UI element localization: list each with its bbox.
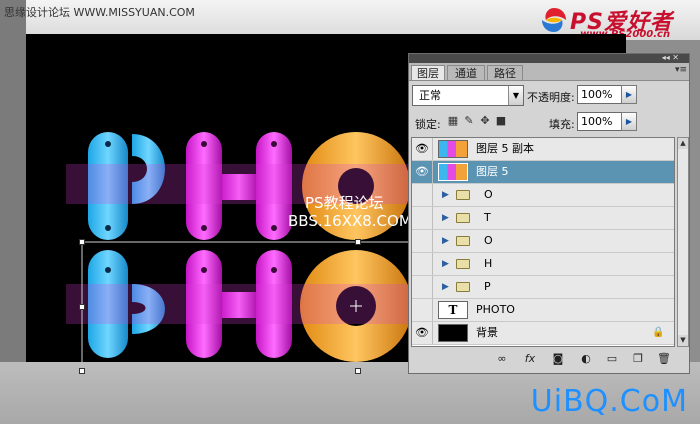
layer-name: PHOTO [476,303,515,316]
fill-input[interactable]: 100% [577,112,623,131]
tab-layers[interactable]: 图层 [411,65,445,80]
layers-list: 👁 图层 5 副本 👁 图层 5 ▶ O ▶ T ▶ O ▶ H ▶ P T P… [411,137,675,347]
layer-name: 图层 5 [476,165,509,178]
layer-name: 背景 [476,326,498,339]
visibility-empty[interactable] [412,207,433,229]
lock-transparent-icon[interactable]: ▦ [447,115,459,127]
lock-move-icon[interactable]: ✥ [479,115,491,127]
layer-row[interactable]: ▶ O [412,184,674,207]
transform-handle-ml[interactable] [79,304,85,310]
layers-panel: ◂◂ ✕ 图层 通道 路径 ▾≡ 正常 ▼ 不透明度: 100% ▶ 锁定: ▦… [408,53,690,374]
layer-row[interactable]: 👁 背景 🔒 [412,322,674,345]
swirl-logo-icon [542,8,566,32]
chevron-down-icon[interactable]: ▼ [508,86,523,105]
overlay-title: PS教程论坛 [305,194,384,212]
tab-paths[interactable]: 路径 [487,65,523,80]
layers-scrollbar[interactable]: ▲ ▼ [677,137,689,347]
opacity-label: 不透明度: [527,91,575,104]
lock-icon: 🔒 [652,327,665,338]
scroll-up-icon[interactable]: ▲ [678,138,688,149]
layer-row[interactable]: 👁 图层 5 副本 [412,138,674,161]
blend-mode-select[interactable]: 正常 ▼ [412,85,524,106]
scroll-down-icon[interactable]: ▼ [678,335,688,346]
layer-row[interactable]: ▶ T [412,207,674,230]
folder-icon [456,236,470,246]
mask-icon[interactable]: ◙ [549,352,567,366]
transform-handle-tl[interactable] [79,239,85,245]
new-layer-icon[interactable]: ❐ [629,352,647,366]
tab-channels[interactable]: 通道 [447,65,485,80]
panel-bottom-bar: ∞ fx ◙ ◐ ▭ ❐ 🗑 [411,350,687,370]
panel-titlebar[interactable]: ◂◂ ✕ [409,53,689,63]
opacity-input[interactable]: 100% [577,85,623,104]
eye-icon[interactable]: 👁 [412,322,433,344]
group-icon[interactable]: ▭ [603,352,621,366]
expand-triangle-icon[interactable]: ▶ [442,259,449,269]
eye-icon[interactable]: 👁 [412,161,433,183]
layer-row[interactable]: ▶ P [412,276,674,299]
lock-all-icon[interactable]: ■ [495,115,507,127]
lock-brush-icon[interactable]: ✎ [463,115,475,127]
visibility-empty[interactable] [412,299,433,321]
visibility-empty[interactable] [412,276,433,298]
expand-triangle-icon[interactable]: ▶ [442,190,449,200]
text-layer-icon: T [438,301,468,319]
transform-handle-tm[interactable] [355,239,361,245]
watermark-text: UiBQ.CoM [530,384,688,419]
overlay-url: BBS.16XX8.COM [288,212,412,230]
layer-name: P [484,280,491,293]
folder-icon [456,213,470,223]
layer-name: T [484,211,491,224]
layer-thumbnail [438,163,468,181]
layer-thumbnail [438,140,468,158]
folder-icon [456,282,470,292]
layer-name: O [484,234,493,247]
visibility-empty[interactable] [412,253,433,275]
layer-row[interactable]: 👁 图层 5 [412,161,674,184]
adjustment-icon[interactable]: ◐ [577,352,595,366]
layer-name: 图层 5 副本 [476,142,534,155]
lock-label: 锁定: [415,118,441,131]
eye-icon[interactable]: 👁 [412,138,433,160]
folder-icon [456,190,470,200]
layer-thumbnail [438,324,468,342]
expand-triangle-icon[interactable]: ▶ [442,282,449,292]
expand-triangle-icon[interactable]: ▶ [442,213,449,223]
workspace-left [0,0,26,424]
layer-row[interactable]: ▶ O [412,230,674,253]
fill-label: 填充: [549,118,575,131]
folder-icon [456,259,470,269]
expand-triangle-icon[interactable]: ▶ [442,236,449,246]
layer-name: O [484,188,493,201]
transform-handle-bl[interactable] [79,368,85,374]
transform-handle-bm[interactable] [355,368,361,374]
visibility-empty[interactable] [412,184,433,206]
link-icon[interactable]: ∞ [493,352,511,366]
site-title: 思缘设计论坛 WWW.MISSYUAN.COM [4,6,195,19]
collapse-icon[interactable]: ◂◂ ✕ [662,53,679,62]
layer-name: H [484,257,493,270]
layer-row[interactable]: T PHOTO [412,299,674,322]
visibility-empty[interactable] [412,230,433,252]
layer-row[interactable]: ▶ H [412,253,674,276]
opacity-arrow-icon[interactable]: ▶ [621,85,637,104]
fill-arrow-icon[interactable]: ▶ [621,112,637,131]
fx-icon[interactable]: fx [521,352,539,366]
panel-menu-icon[interactable]: ▾≡ [675,65,687,77]
panel-tabs: 图层 通道 路径 ▾≡ [409,63,689,81]
trash-icon[interactable]: 🗑 [655,352,673,366]
blend-mode-value: 正常 [419,89,441,102]
